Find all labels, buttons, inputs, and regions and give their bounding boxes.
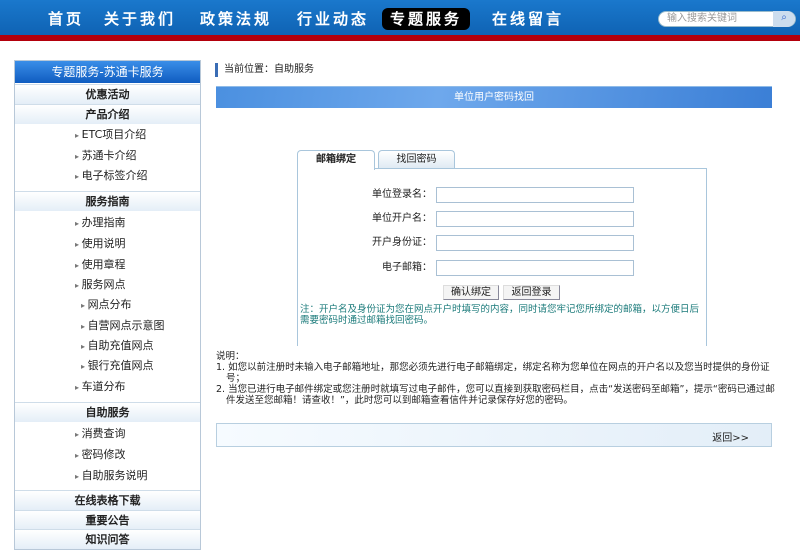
sidebar-item[interactable]: 消费查询 xyxy=(15,424,200,444)
nav-item[interactable]: 专题服务 xyxy=(382,8,471,30)
sidebar-item[interactable]: 苏通卡介绍 xyxy=(15,146,200,166)
sidebar-item[interactable]: 优惠活动 xyxy=(15,84,200,104)
sidebar-item[interactable]: 车道分布 xyxy=(15,377,200,397)
return-bar: 返回>> xyxy=(216,423,772,447)
nav-item[interactable]: 政策法规 xyxy=(200,8,272,30)
sidebar-item[interactable]: 使用说明 xyxy=(15,234,200,254)
sidebar-item[interactable]: 服务指南 xyxy=(15,191,200,211)
instruction-item: 2. 当您已进行电子邮件绑定或您注册时就填写过电子邮件，您可以直接到获取密码栏目… xyxy=(216,384,775,406)
label-id-card: 开户身份证： xyxy=(372,237,432,248)
sidebar-item[interactable]: 产品介绍 xyxy=(15,104,200,124)
sidebar-item[interactable]: 自营网点示意图 xyxy=(15,316,200,336)
sidebar-item[interactable]: 知识问答 xyxy=(15,529,200,549)
instructions-title: 说明： xyxy=(216,351,245,362)
sidebar-item[interactable]: ETC项目介绍 xyxy=(15,125,200,145)
sidebar-item[interactable]: 密码修改 xyxy=(15,445,200,465)
login-name-input[interactable] xyxy=(436,187,634,203)
confirm-bind-button[interactable]: 确认绑定 xyxy=(443,285,499,300)
instructions: 说明： 1. 如您以前注册时未输入电子邮箱地址，那您必须先进行电子邮箱绑定，绑定… xyxy=(216,351,776,406)
search-icon[interactable]: ⌕ xyxy=(773,11,795,27)
nav-item[interactable]: 关于我们 xyxy=(104,8,176,30)
sidebar-item[interactable]: 自助服务 xyxy=(15,402,200,422)
back-login-button[interactable]: 返回登录 xyxy=(503,285,560,300)
nav-divider xyxy=(0,35,800,41)
sidebar-title: 专题服务-苏通卡服务 xyxy=(15,61,200,83)
label-account-name: 单位开户名： xyxy=(372,213,432,224)
search-input[interactable]: 输入搜索关键词 ⌕ xyxy=(658,11,796,27)
sidebar-item[interactable]: 网点分布 xyxy=(15,295,200,315)
account-name-input[interactable] xyxy=(436,211,634,227)
sidebar-item[interactable]: 服务网点 xyxy=(15,275,200,295)
sidebar-item[interactable]: 办理指南 xyxy=(15,213,200,233)
label-login-name: 单位登录名： xyxy=(372,189,432,200)
nav-item[interactable]: 行业动态 xyxy=(297,8,369,30)
tab-retrieve-password[interactable]: 找回密码 xyxy=(378,150,455,169)
return-link[interactable]: 返回>> xyxy=(712,429,749,444)
sidebar-item[interactable]: 银行充值网点 xyxy=(15,356,200,376)
sidebar: 专题服务-苏通卡服务 优惠活动产品介绍ETC项目介绍苏通卡介绍电子标签介绍服务指… xyxy=(14,60,201,550)
sidebar-item[interactable]: 电子标签介绍 xyxy=(15,166,200,186)
sidebar-item[interactable]: 自助服务说明 xyxy=(15,466,200,486)
breadcrumb: 当前位置：自助服务 xyxy=(215,63,314,77)
nav-item[interactable]: 在线留言 xyxy=(492,8,564,30)
label-email: 电子邮箱： xyxy=(382,262,432,273)
nav-item[interactable]: 首页 xyxy=(48,8,84,30)
email-input[interactable] xyxy=(436,260,634,276)
sidebar-item[interactable]: 在线表格下载 xyxy=(15,490,200,510)
form-note: 注：开户名及身份证为您在网点开户时填写的内容，同时请您牢记您所绑定的邮箱，以方便… xyxy=(300,304,700,326)
sidebar-item[interactable]: 重要公告 xyxy=(15,510,200,530)
page-title: 单位用户密码找回 xyxy=(216,86,772,108)
instruction-item: 1. 如您以前注册时未输入电子邮箱地址，那您必须先进行电子邮箱绑定，绑定名称为您… xyxy=(216,362,770,384)
sidebar-item[interactable]: 自助充值网点 xyxy=(15,336,200,356)
sidebar-item[interactable]: 使用章程 xyxy=(15,255,200,275)
tab-email-bind[interactable]: 邮箱绑定 xyxy=(297,150,375,170)
id-card-input[interactable] xyxy=(436,235,634,251)
